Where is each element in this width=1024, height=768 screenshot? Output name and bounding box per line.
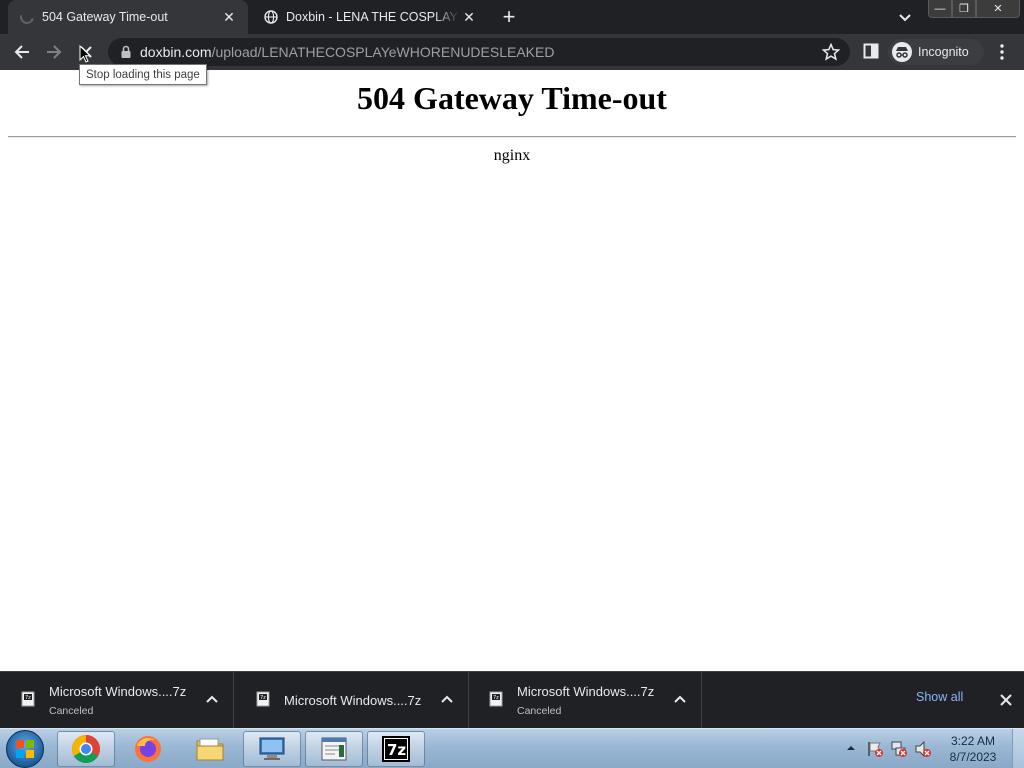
download-filename: Microsoft Windows....7z	[284, 693, 422, 708]
7z-file-icon: 7z	[21, 691, 35, 707]
tab-title: Doxbin - LENA THE COSPLAY eWHORE	[286, 10, 460, 24]
minimize-button[interactable]: —	[928, 0, 952, 18]
show-desktop-button[interactable]	[1012, 729, 1024, 768]
file-explorer-icon	[196, 738, 224, 761]
back-button[interactable]	[10, 40, 34, 64]
windows-taskbar: 7z 3:22 AM 8/7/2023	[0, 728, 1024, 768]
close-tab-icon[interactable]: ✕	[220, 8, 238, 26]
url-path: /upload/LENATHECOSPLAYeWHORENUDESLEAKED	[211, 44, 555, 60]
close-shelf-icon[interactable]	[998, 692, 1014, 708]
server-name: nginx	[493, 147, 531, 164]
taskbar-file-explorer[interactable]	[181, 731, 239, 767]
show-hidden-icons-icon[interactable]	[846, 743, 856, 753]
tab-doxbin[interactable]: Doxbin - LENA THE COSPLAY eWHORE ✕	[252, 0, 488, 34]
download-filename: Microsoft Windows....7z	[49, 684, 187, 699]
url-host: doxbin.com	[140, 44, 212, 60]
chevron-up-icon[interactable]	[673, 692, 687, 706]
svg-text:7z: 7z	[25, 695, 31, 701]
notepad-icon	[321, 737, 347, 761]
7z-file-icon: 7z	[256, 691, 270, 707]
taskbar-7zip[interactable]: 7z	[367, 731, 425, 767]
address-bar[interactable]: doxbin.com/upload/LENATHECOSPLAYeWHORENU…	[108, 38, 850, 66]
chrome-icon	[72, 735, 100, 763]
clock-date: 8/7/2023	[949, 750, 997, 764]
mouse-cursor-icon	[79, 45, 91, 63]
error-heading: 504 Gateway Time-out	[357, 80, 667, 116]
side-panel-icon[interactable]	[863, 43, 879, 59]
firefox-icon	[135, 736, 161, 762]
close-window-button[interactable]: ✕	[976, 0, 1020, 18]
remote-desktop-icon	[259, 737, 285, 760]
windows-logo-icon	[16, 740, 34, 758]
chevron-up-icon[interactable]	[440, 692, 454, 706]
bookmark-star-icon[interactable]	[822, 43, 840, 61]
loading-spinner-icon	[17, 7, 37, 27]
download-item[interactable]: 7z Microsoft Windows....7z	[235, 672, 469, 729]
kebab-menu-icon[interactable]	[994, 43, 1010, 61]
download-shelf: 7z Microsoft Windows....7z Canceled 7z M…	[0, 671, 1024, 729]
incognito-label: Incognito	[918, 45, 969, 59]
action-center-flag-icon[interactable]	[866, 740, 884, 758]
download-status: Canceled	[49, 705, 94, 717]
7zip-icon: 7z	[382, 736, 410, 762]
taskbar-remote-desktop[interactable]	[243, 731, 301, 767]
download-item[interactable]: 7z Microsoft Windows....7z Canceled	[468, 672, 702, 729]
forward-button[interactable]	[42, 40, 66, 64]
taskbar-notepad[interactable]	[305, 731, 363, 767]
svg-text:7z: 7z	[260, 695, 266, 701]
divider	[8, 136, 1016, 138]
volume-muted-icon[interactable]	[914, 740, 932, 758]
globe-icon	[264, 10, 278, 24]
tab-search-chevron-icon[interactable]	[896, 8, 914, 26]
taskbar-chrome[interactable]	[57, 731, 115, 767]
tab-504-gateway[interactable]: 504 Gateway Time-out ✕	[8, 0, 248, 34]
page-content: 504 Gateway Time-out nginx	[0, 70, 1024, 671]
show-all-downloads-link[interactable]: Show all	[916, 690, 963, 704]
7z-file-icon: 7z	[489, 691, 503, 707]
close-tab-icon[interactable]: ✕	[460, 8, 478, 26]
taskbar-firefox[interactable]	[119, 731, 177, 767]
network-icon[interactable]	[890, 740, 908, 758]
download-item[interactable]: 7z Microsoft Windows....7z Canceled	[0, 672, 234, 729]
chevron-up-icon[interactable]	[205, 692, 219, 706]
svg-text:7z: 7z	[493, 695, 499, 701]
start-button[interactable]	[6, 730, 44, 768]
download-status: Canceled	[517, 705, 562, 717]
stop-loading-tooltip: Stop loading this page	[79, 64, 207, 85]
lock-icon	[121, 45, 131, 58]
clock-time: 3:22 AM	[950, 734, 996, 748]
incognito-profile-button[interactable]: Incognito	[888, 39, 984, 65]
taskbar-clock[interactable]: 3:22 AM 8/7/2023	[942, 733, 1004, 765]
tab-title: 504 Gateway Time-out	[42, 10, 168, 24]
tab-strip: 504 Gateway Time-out ✕ Doxbin - LENA THE…	[0, 0, 1024, 34]
forward-arrow-icon	[47, 45, 62, 59]
back-arrow-icon	[14, 45, 29, 59]
download-filename: Microsoft Windows....7z	[517, 684, 655, 699]
restore-button[interactable]: ❐	[952, 0, 976, 18]
new-tab-button[interactable]: +	[498, 6, 520, 28]
svg-text:7z: 7z	[387, 741, 406, 759]
incognito-icon	[892, 42, 912, 62]
